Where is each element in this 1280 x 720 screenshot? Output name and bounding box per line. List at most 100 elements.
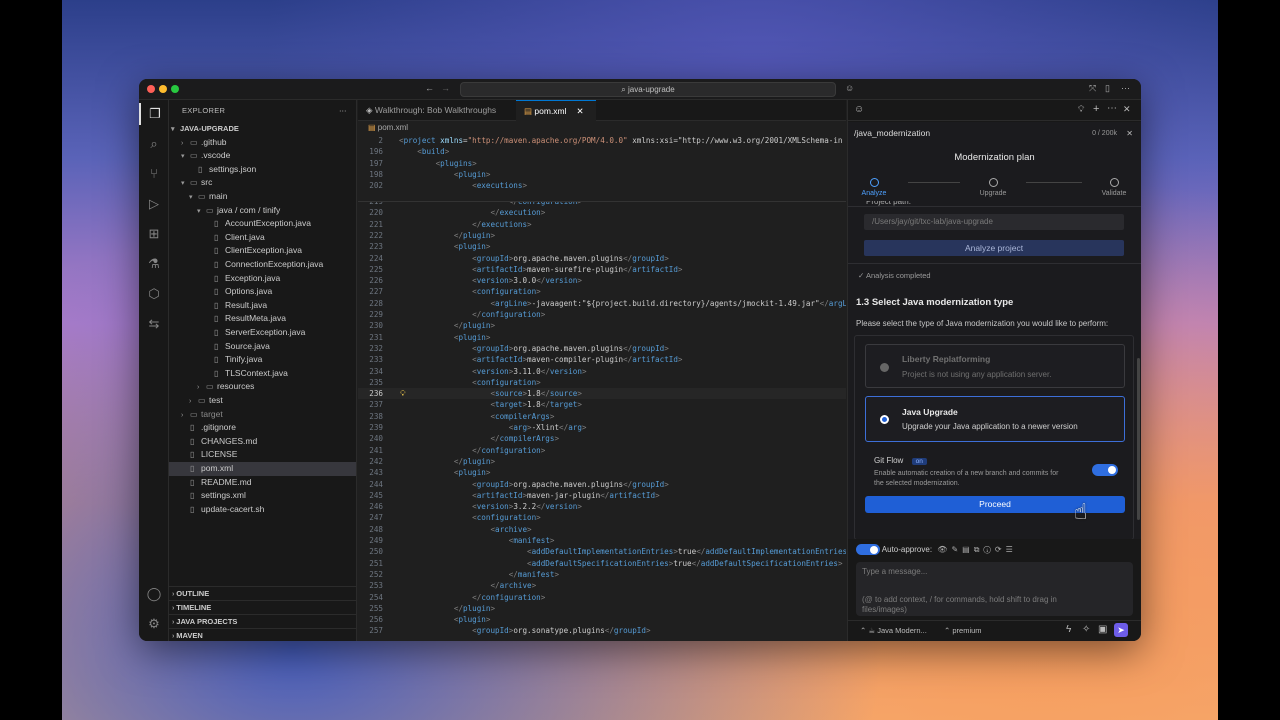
code-line[interactable]: 224 <groupId>org.apache.maven.plugins</g… bbox=[358, 253, 846, 264]
zap-icon[interactable]: ϟ bbox=[1066, 624, 1071, 635]
forward-arrow-icon[interactable]: → bbox=[441, 83, 450, 93]
code-line[interactable]: 246 <version>3.2.2</version> bbox=[358, 501, 846, 512]
sticky-code-line[interactable]: 202 <executions> bbox=[358, 180, 846, 191]
sticky-scroll[interactable]: 2 <project xmlns="http://maven.apache.org… bbox=[358, 134, 846, 202]
code-line[interactable]: 255 </plugin> bbox=[358, 603, 846, 614]
zoom-window-button[interactable] bbox=[171, 85, 179, 93]
code-line[interactable]: 249 <manifest> bbox=[358, 535, 846, 546]
code-line[interactable]: 240 </compilerArgs> bbox=[358, 433, 846, 444]
code-line[interactable]: 232 <groupId>org.apache.maven.plugins</g… bbox=[358, 343, 846, 354]
code-line[interactable]: 242 </plugin> bbox=[358, 456, 846, 467]
code-line[interactable]: 228 <argLine>-javaagent:"${project.build… bbox=[358, 298, 846, 309]
new-chat-icon[interactable]: + bbox=[1093, 103, 1099, 115]
git-flow-toggle[interactable] bbox=[1092, 464, 1118, 476]
customize-layout-icon[interactable]: ⤧ bbox=[1089, 83, 1096, 94]
tree-file[interactable]: ▯ AccountException.java bbox=[169, 217, 356, 231]
source-control-icon[interactable]: ⑂ bbox=[139, 163, 169, 185]
step-upgrade[interactable]: Upgrade bbox=[973, 178, 1013, 197]
tree-file[interactable]: ▯ Source.java bbox=[169, 340, 356, 354]
sidebar-section-maven[interactable]: › MAVEN bbox=[169, 628, 356, 641]
step-validate[interactable]: Validate bbox=[1094, 178, 1134, 197]
tier-selector[interactable]: ⌃ premium bbox=[944, 626, 982, 635]
testing-icon[interactable]: ⚗ bbox=[139, 253, 169, 275]
code-line[interactable]: 221 </executions> bbox=[358, 219, 846, 230]
back-arrow-icon[interactable]: ← bbox=[425, 83, 434, 93]
close-window-button[interactable] bbox=[147, 85, 155, 93]
tree-file[interactable]: ▯ Exception.java bbox=[169, 272, 356, 286]
code-line[interactable]: 251 <addDefaultSpecificationEntries>true… bbox=[358, 558, 846, 569]
tree-file[interactable]: ▯ CHANGES.md bbox=[169, 435, 356, 449]
code-line[interactable]: 256 <plugin> bbox=[358, 614, 846, 625]
sticky-code-line[interactable]: 198 <plugin> bbox=[358, 169, 846, 180]
code-line[interactable]: 225 <artifactId>maven-surefire-plugin</a… bbox=[358, 264, 846, 275]
code-line[interactable]: 223 <plugin> bbox=[358, 241, 846, 252]
tree-file[interactable]: ▯ ClientException.java bbox=[169, 244, 356, 258]
sticky-code-line[interactable]: 196 <build> bbox=[358, 146, 846, 157]
tree-file[interactable]: ▯ ResultMeta.java bbox=[169, 312, 356, 326]
settings-gear-icon[interactable]: ⚙ bbox=[139, 613, 169, 635]
project-path-field[interactable]: /Users/jay/git/txc-lab/java-upgrade bbox=[864, 214, 1124, 230]
code-line[interactable]: 234 <version>3.11.0</version> bbox=[358, 366, 846, 377]
message-input[interactable]: Type a message... (@ to add context, / f… bbox=[856, 562, 1133, 616]
sticky-code-line[interactable]: 2 <project xmlns="http://maven.apache.org… bbox=[358, 135, 846, 146]
breadcrumb[interactable]: ▤ pom.xml bbox=[358, 121, 846, 134]
code-line[interactable]: 247 <configuration> bbox=[358, 512, 846, 523]
remote-explorer-icon[interactable]: ⇆ bbox=[139, 313, 169, 335]
analyze-project-button[interactable]: Analyze project bbox=[864, 240, 1124, 256]
code-line[interactable]: 250 <addDefaultImplementationEntries>tru… bbox=[358, 546, 846, 557]
sidebar-section-outline[interactable]: › OUTLINE bbox=[169, 586, 356, 600]
copilot-icon[interactable]: ☺ bbox=[845, 83, 854, 93]
tree-file[interactable]: ▯ Result.java bbox=[169, 299, 356, 313]
code-line[interactable]: 252 </manifest> bbox=[358, 569, 846, 580]
code-line[interactable]: 237 <target>1.8</target> bbox=[358, 399, 846, 410]
code-line[interactable]: 245 <artifactId>maven-jar-plugin</artifa… bbox=[358, 490, 846, 501]
code-editor[interactable]: 2 <project xmlns="http://maven.apache.org… bbox=[358, 134, 846, 641]
tree-folder[interactable]: › ▭ target bbox=[169, 408, 356, 422]
tab-walkthrough[interactable]: ◈ Walkthrough: Bob Walkthroughs bbox=[358, 100, 514, 121]
tree-folder[interactable]: › ▭ resources bbox=[169, 380, 356, 394]
tree-root[interactable]: ▾ JAVA-UPGRADE bbox=[169, 122, 356, 136]
tree-file[interactable]: ▯ Options.java bbox=[169, 285, 356, 299]
panel-scrollbar[interactable] bbox=[1137, 358, 1140, 520]
send-icon[interactable]: ➤ bbox=[1114, 623, 1128, 637]
sticky-code-line[interactable]: 197 <plugins> bbox=[358, 158, 846, 169]
sidebar-section-java-projects[interactable]: › JAVA PROJECTS bbox=[169, 614, 356, 628]
more-actions-icon[interactable]: ⋯ bbox=[1121, 83, 1130, 94]
code-line[interactable]: 235 <configuration> bbox=[358, 377, 846, 388]
search-view-icon[interactable]: ⌕ bbox=[139, 133, 169, 155]
tree-folder[interactable]: ▾ ▭ .vscode bbox=[169, 149, 356, 163]
option-java-upgrade[interactable]: Java Upgrade Upgrade your Java applicati… bbox=[865, 396, 1125, 442]
code-line[interactable]: 227 <configuration> bbox=[358, 286, 846, 297]
code-line[interactable]: 248 <archive> bbox=[358, 524, 846, 535]
tree-folder[interactable]: ▾ ▭ java / com / tinify bbox=[169, 204, 356, 218]
code-line[interactable]: 243 <plugin> bbox=[358, 467, 846, 478]
sparkle-icon[interactable]: ✧ bbox=[1082, 624, 1090, 635]
containers-icon[interactable]: ⬡ bbox=[139, 283, 169, 305]
tree-folder[interactable]: ▾ ▭ main bbox=[169, 190, 356, 204]
mode-selector[interactable]: ⌃ ☕︎ Java Modern... bbox=[860, 626, 927, 635]
code-line[interactable]: 253 </archive> bbox=[358, 580, 846, 591]
code-line[interactable]: 238 <compilerArgs> bbox=[358, 411, 846, 422]
tree-file[interactable]: ▯ ConnectionException.java bbox=[169, 258, 356, 272]
java-upgrade-radio[interactable] bbox=[880, 415, 889, 424]
close-tab-icon[interactable]: ✕ bbox=[577, 106, 584, 116]
tree-file[interactable]: ▯ ServerException.java bbox=[169, 326, 356, 340]
code-line[interactable]: 220 </execution> bbox=[358, 207, 846, 218]
code-line[interactable]: 241 </configuration> bbox=[358, 445, 846, 456]
code-line[interactable]: 231 <plugin> bbox=[358, 332, 846, 343]
close-panel-icon[interactable]: ✕ bbox=[1126, 122, 1133, 145]
tree-folder[interactable]: › ▭ test bbox=[169, 394, 356, 408]
tree-file[interactable]: ▯ pom.xml bbox=[169, 462, 356, 476]
tree-folder[interactable]: ▾ ▭ src bbox=[169, 176, 356, 190]
sidebar-section-timeline[interactable]: › TIMELINE bbox=[169, 600, 356, 614]
chat-more-icon[interactable]: ⋯ bbox=[1107, 103, 1117, 114]
tree-file[interactable]: ▯ README.md bbox=[169, 476, 356, 490]
close-chat-icon[interactable]: ✕ bbox=[1123, 104, 1131, 115]
tab-pom-xml[interactable]: ▤ pom.xml ✕ bbox=[516, 100, 596, 121]
tree-file[interactable]: ▯ update-cacert.sh bbox=[169, 503, 356, 517]
image-attach-icon[interactable]: ▣ bbox=[1098, 624, 1107, 635]
tree-file[interactable]: ▯ settings.json bbox=[169, 163, 356, 177]
code-line[interactable]: 236 <source>1.8</source> 💡︎ bbox=[358, 388, 846, 400]
lightbulb-icon[interactable]: 💡︎ bbox=[400, 388, 406, 399]
code-line[interactable]: 257 <groupId>org.sonatype.plugins</group… bbox=[358, 625, 846, 636]
